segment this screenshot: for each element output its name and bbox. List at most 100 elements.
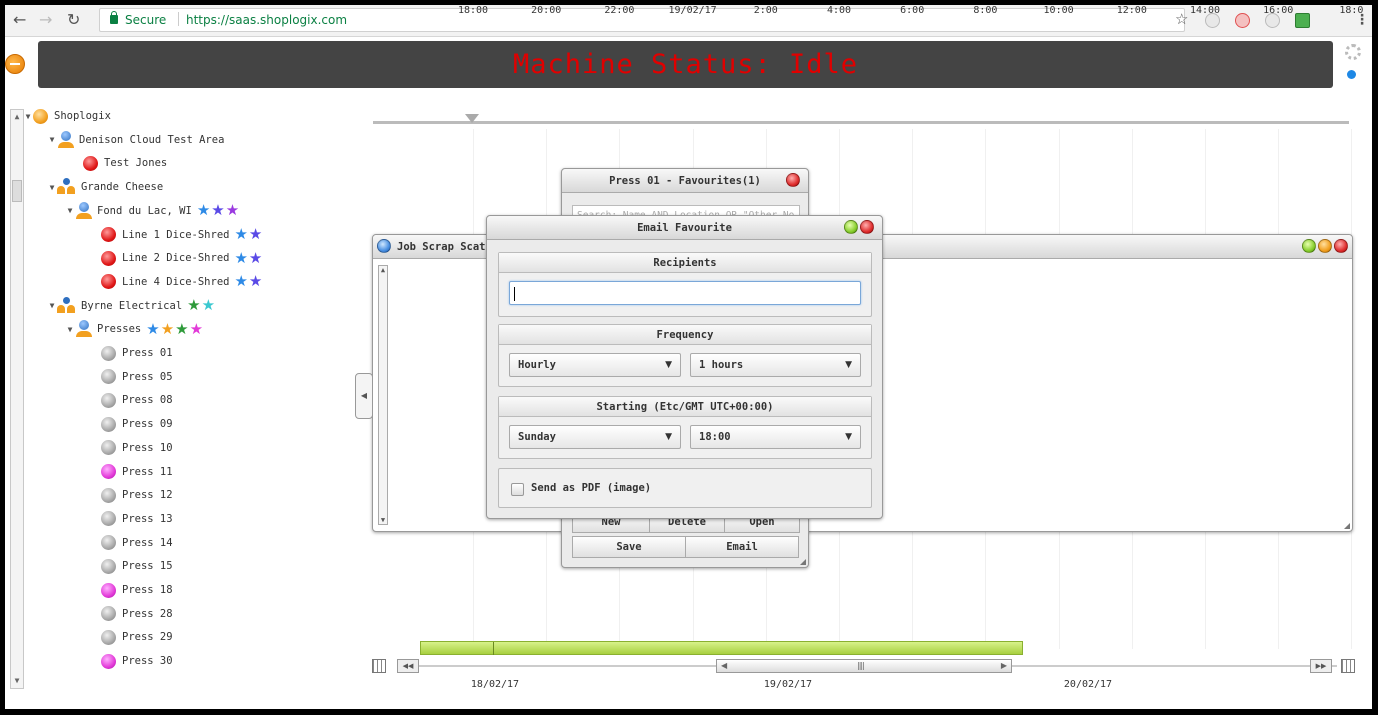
extension-block-icon[interactable] bbox=[1235, 13, 1250, 28]
favourite-star-icon[interactable]: ★ bbox=[234, 227, 247, 242]
favourite-star-icon[interactable]: ★ bbox=[211, 203, 224, 218]
group-person-icon bbox=[75, 201, 93, 220]
favourite-star-icon[interactable]: ★ bbox=[234, 250, 247, 266]
tree-node[interactable]: Press 30 bbox=[91, 651, 173, 671]
scroll-down-icon[interactable]: ▼ bbox=[12, 675, 22, 687]
tree-node[interactable]: Press 14 bbox=[91, 533, 173, 553]
favourites-resize-handle[interactable] bbox=[800, 559, 806, 565]
timeline-range-bar[interactable] bbox=[420, 641, 1023, 655]
scroll-up-icon[interactable]: ▲ bbox=[12, 111, 22, 123]
email-dialog-titlebar[interactable]: Email Favourite bbox=[487, 216, 882, 240]
tree-node[interactable]: Line 4 Dice-Shred ★ ★ bbox=[91, 272, 263, 292]
scroll-down-icon[interactable]: ▼ bbox=[379, 516, 387, 524]
expand-arrow-icon[interactable]: ▼ bbox=[23, 112, 33, 121]
tree-node[interactable]: Press 05 bbox=[91, 367, 173, 387]
day-select[interactable]: Sunday ▼ bbox=[509, 425, 681, 449]
favourite-star-icon[interactable]: ★ bbox=[249, 250, 262, 266]
tree-node[interactable]: ▼ Shoplogix bbox=[23, 106, 111, 126]
expand-arrow-icon[interactable]: ▼ bbox=[47, 135, 57, 144]
favourite-star-icon[interactable]: ★ bbox=[202, 298, 215, 313]
url-text[interactable]: https://saas.shoplogix.com bbox=[186, 13, 347, 27]
tree-node[interactable]: Test Jones bbox=[73, 153, 167, 173]
favourites-titlebar[interactable]: Press 01 - Favourites(1) bbox=[562, 169, 808, 193]
timeline-marker-icon[interactable] bbox=[465, 114, 479, 123]
address-separator bbox=[178, 12, 179, 26]
address-bar[interactable]: Secure https://saas.shoplogix.com bbox=[99, 8, 1185, 32]
window-minimize-icon[interactable] bbox=[1318, 239, 1332, 253]
frequency-select[interactable]: Hourly ▼ bbox=[509, 353, 681, 377]
favourite-star-icon[interactable]: ★ bbox=[197, 203, 210, 218]
scroll-thumb[interactable] bbox=[12, 180, 22, 202]
navigator-rewind-icon[interactable]: ◀◀ bbox=[397, 659, 419, 673]
tree-node[interactable]: ▼ Denison Cloud Test Area bbox=[47, 130, 224, 150]
tree-node[interactable]: Line 2 Dice-Shred ★ ★ bbox=[91, 248, 263, 268]
favourites-close-icon[interactable] bbox=[786, 173, 800, 187]
tree-node[interactable]: Press 11 bbox=[91, 462, 173, 482]
favourite-star-icon[interactable]: ★ bbox=[187, 298, 200, 313]
group-person-icon bbox=[57, 130, 75, 149]
navigator-forward-icon[interactable]: ▶▶ bbox=[1310, 659, 1332, 673]
interval-select[interactable]: 1 hours ▼ bbox=[690, 353, 861, 377]
tree-node[interactable]: ▼ Presses ★ ★ ★ ★ bbox=[65, 319, 204, 339]
time-select[interactable]: 18:00 ▼ bbox=[690, 425, 861, 449]
expand-arrow-icon[interactable]: ▼ bbox=[47, 183, 57, 192]
tree-node[interactable]: Line 1 Dice-Shred ★ ★ bbox=[91, 225, 263, 245]
settings-gear-icon[interactable] bbox=[1345, 44, 1361, 60]
window-close-icon[interactable] bbox=[1334, 239, 1348, 253]
window-resize-handle[interactable] bbox=[1344, 523, 1350, 529]
thumb-grip-icon[interactable]: |||| bbox=[857, 661, 865, 670]
tree-node[interactable]: Press 08 bbox=[91, 390, 173, 410]
window-info-icon[interactable] bbox=[377, 239, 391, 253]
bookmark-star-icon[interactable]: ☆ bbox=[1175, 10, 1188, 28]
tree-node[interactable]: ▼ Byrne Electrical ★ ★ bbox=[47, 296, 216, 316]
send-pdf-label[interactable]: Send as PDF (image) bbox=[531, 482, 651, 494]
calendar-right-icon[interactable] bbox=[1341, 659, 1355, 673]
gray-status-icon bbox=[101, 535, 116, 551]
tree-node[interactable]: Press 28 bbox=[91, 604, 173, 624]
tree-node[interactable]: Press 01 bbox=[91, 343, 173, 363]
dialog-maximize-icon[interactable] bbox=[844, 220, 858, 234]
tree-node[interactable]: ▼ Fond du Lac, WI ★ ★ ★ bbox=[65, 201, 240, 221]
job-scrap-scrollbar[interactable]: ▲ ▼ bbox=[378, 265, 388, 525]
tree-node[interactable]: Press 09 bbox=[91, 414, 173, 434]
extension-green-icon[interactable] bbox=[1295, 13, 1310, 28]
tree-node[interactable]: Press 12 bbox=[91, 485, 173, 505]
favourite-star-icon[interactable]: ★ bbox=[249, 274, 262, 289]
email-button[interactable]: Email bbox=[685, 536, 799, 558]
expand-arrow-icon[interactable]: ▼ bbox=[47, 301, 57, 310]
favourite-star-icon[interactable]: ★ bbox=[234, 274, 247, 289]
thumb-left-icon[interactable]: ◀ bbox=[721, 661, 727, 670]
calendar-left-icon[interactable] bbox=[372, 659, 386, 673]
dialog-close-icon[interactable] bbox=[860, 220, 874, 234]
tree-node[interactable]: Press 13 bbox=[91, 509, 173, 529]
scroll-up-icon[interactable]: ▲ bbox=[379, 266, 387, 274]
thumb-right-icon[interactable]: ▶ bbox=[1001, 661, 1007, 670]
send-pdf-checkbox[interactable] bbox=[511, 483, 524, 496]
recipients-input[interactable] bbox=[509, 281, 861, 305]
tree-node[interactable]: Press 29 bbox=[91, 627, 173, 647]
favourite-star-icon[interactable]: ★ bbox=[249, 227, 262, 242]
tree-scrollbar[interactable]: ▲ ▼ bbox=[10, 109, 24, 689]
back-icon[interactable]: ← bbox=[13, 11, 26, 29]
tree-node[interactable]: Press 18 bbox=[91, 580, 173, 600]
reload-icon[interactable]: ↻ bbox=[67, 11, 80, 29]
tree-node-label: Press 09 bbox=[122, 418, 173, 431]
forward-icon[interactable]: → bbox=[39, 11, 52, 29]
expand-arrow-icon[interactable]: ▼ bbox=[65, 206, 75, 215]
favourite-star-icon[interactable]: ★ bbox=[226, 203, 239, 218]
favourite-star-icon[interactable]: ★ bbox=[161, 321, 174, 337]
favourite-star-icon[interactable]: ★ bbox=[175, 321, 188, 337]
favourite-star-icon[interactable]: ★ bbox=[190, 321, 203, 337]
tree-node[interactable]: Press 10 bbox=[91, 438, 173, 458]
shoplogix-logo-icon[interactable] bbox=[5, 54, 25, 74]
save-button[interactable]: Save bbox=[572, 536, 686, 558]
tree-node[interactable]: ▼ Grande Cheese bbox=[47, 177, 163, 197]
tree-node[interactable]: Press 15 bbox=[91, 556, 173, 576]
collapse-panel-icon[interactable]: ◀ bbox=[355, 373, 373, 419]
favourite-star-icon[interactable]: ★ bbox=[146, 321, 159, 337]
favourite-stars: ★ ★ bbox=[234, 227, 263, 242]
expand-arrow-icon[interactable]: ▼ bbox=[65, 325, 75, 334]
timeline-axis[interactable] bbox=[373, 121, 1349, 124]
navigator-thumb[interactable]: ◀ |||| ▶ bbox=[716, 659, 1012, 673]
window-maximize-icon[interactable] bbox=[1302, 239, 1316, 253]
